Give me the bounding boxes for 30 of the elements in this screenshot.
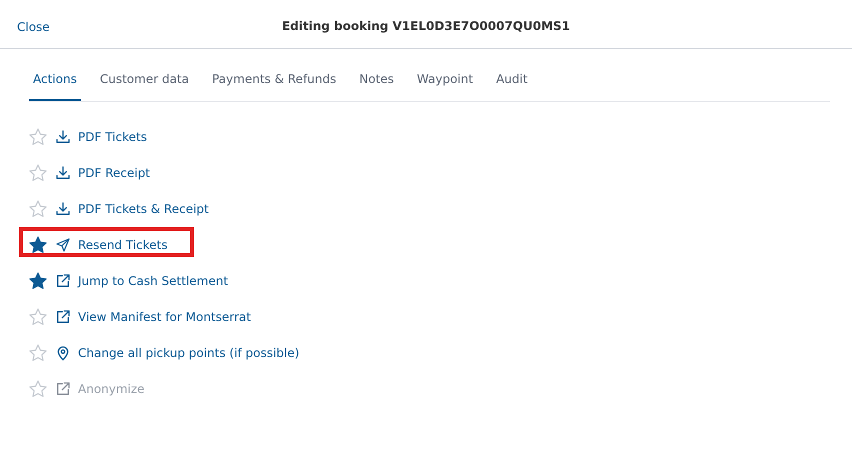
star-icon[interactable] xyxy=(28,343,48,363)
location-pin-icon xyxy=(55,345,71,361)
star-icon[interactable] xyxy=(28,235,48,255)
download-icon xyxy=(55,165,71,181)
external-link-icon xyxy=(55,273,71,289)
tab[interactable]: Audit xyxy=(492,61,532,101)
star-icon[interactable] xyxy=(28,127,48,147)
action-link[interactable]: Resend Tickets xyxy=(78,238,168,252)
tab[interactable]: Waypoint xyxy=(412,61,478,101)
external-link-icon xyxy=(55,381,71,397)
action-link[interactable]: Change all pickup points (if possible) xyxy=(78,346,300,360)
action-link[interactable]: View Manifest for Montserrat xyxy=(78,310,251,324)
star-icon[interactable] xyxy=(28,307,48,327)
window-title: Editing booking V1EL0D3E7O0007QU0MS1 xyxy=(280,19,572,33)
star-icon[interactable] xyxy=(28,271,48,291)
external-link-icon xyxy=(55,309,71,325)
tab[interactable]: Payments & Refunds xyxy=(208,61,340,101)
paper-plane-icon xyxy=(55,237,71,253)
download-icon xyxy=(55,129,71,145)
tab[interactable]: Customer data xyxy=(96,61,193,101)
action-link[interactable]: Jump to Cash Settlement xyxy=(78,274,228,288)
download-icon xyxy=(55,201,71,217)
action-link[interactable]: PDF Receipt xyxy=(78,166,150,180)
action-link[interactable]: PDF Tickets xyxy=(78,130,147,144)
tab[interactable]: Notes xyxy=(355,61,398,101)
star-icon[interactable] xyxy=(28,199,48,219)
star-icon[interactable] xyxy=(28,163,48,183)
action-link[interactable]: PDF Tickets & Receipt xyxy=(78,202,209,216)
tab[interactable]: Actions xyxy=(29,61,81,101)
close-link[interactable]: Close xyxy=(17,20,50,34)
